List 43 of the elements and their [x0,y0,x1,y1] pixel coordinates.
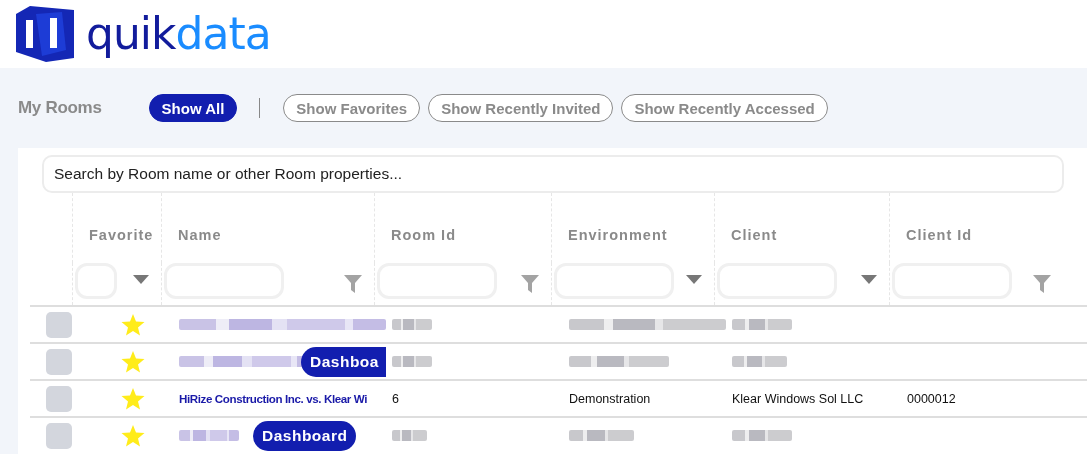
star-icon[interactable] [121,387,145,410]
blurred-text [732,430,792,441]
star-icon[interactable] [121,424,145,447]
blurred-text [392,319,432,330]
filter-icon[interactable] [521,275,539,293]
blurred-text [179,430,239,441]
dropdown-icon[interactable] [133,275,149,284]
filter-icon[interactable] [1033,275,1051,293]
row-checkbox[interactable] [46,311,72,338]
search-field[interactable]: Search by Room name or other Room properties... [42,155,1064,193]
column-header[interactable]: Favorite [89,227,154,243]
filter-tab[interactable]: Show Recently Invited [428,94,614,122]
column-header[interactable]: Client Id [906,227,973,243]
filter-tab[interactable]: Show All [148,94,238,122]
column-header[interactable]: Environment [568,227,668,243]
logo-icon [16,6,74,62]
table-cell: Demonstration [569,391,651,406]
filter-icon[interactable] [344,275,362,293]
blurred-text [732,356,787,367]
page-title: My Rooms [18,98,102,118]
dashboard-button[interactable]: Dashboard [253,421,357,451]
dashboard-button[interactable]: Dashboa [301,347,386,377]
column-header[interactable]: Client [731,227,778,243]
table-cell: 6 [392,391,399,406]
blurred-text [732,319,792,330]
dropdown-icon[interactable] [686,275,702,284]
row-checkbox[interactable] [46,348,72,375]
table-cell: 0000012 [907,391,956,406]
column-header[interactable]: Room Id [391,227,456,243]
column-header[interactable]: Name [178,227,222,243]
star-icon[interactable] [121,313,145,336]
blurred-text [569,430,634,441]
filter-tab[interactable]: Show Recently Accessed [621,94,828,122]
filter-tab[interactable]: Show Favorites [283,94,421,122]
blurred-text [392,430,427,441]
room-name-link[interactable]: HiRize Construction Inc. vs. Klear Wi [179,392,368,405]
dropdown-icon[interactable] [861,275,877,284]
row-checkbox[interactable] [46,422,72,449]
star-icon[interactable] [121,350,145,373]
row-checkbox[interactable] [46,385,72,412]
logo-text: quikdata [86,12,271,56]
blurred-text [392,356,432,367]
table-cell: Klear Windows Sol LLC [732,391,864,406]
